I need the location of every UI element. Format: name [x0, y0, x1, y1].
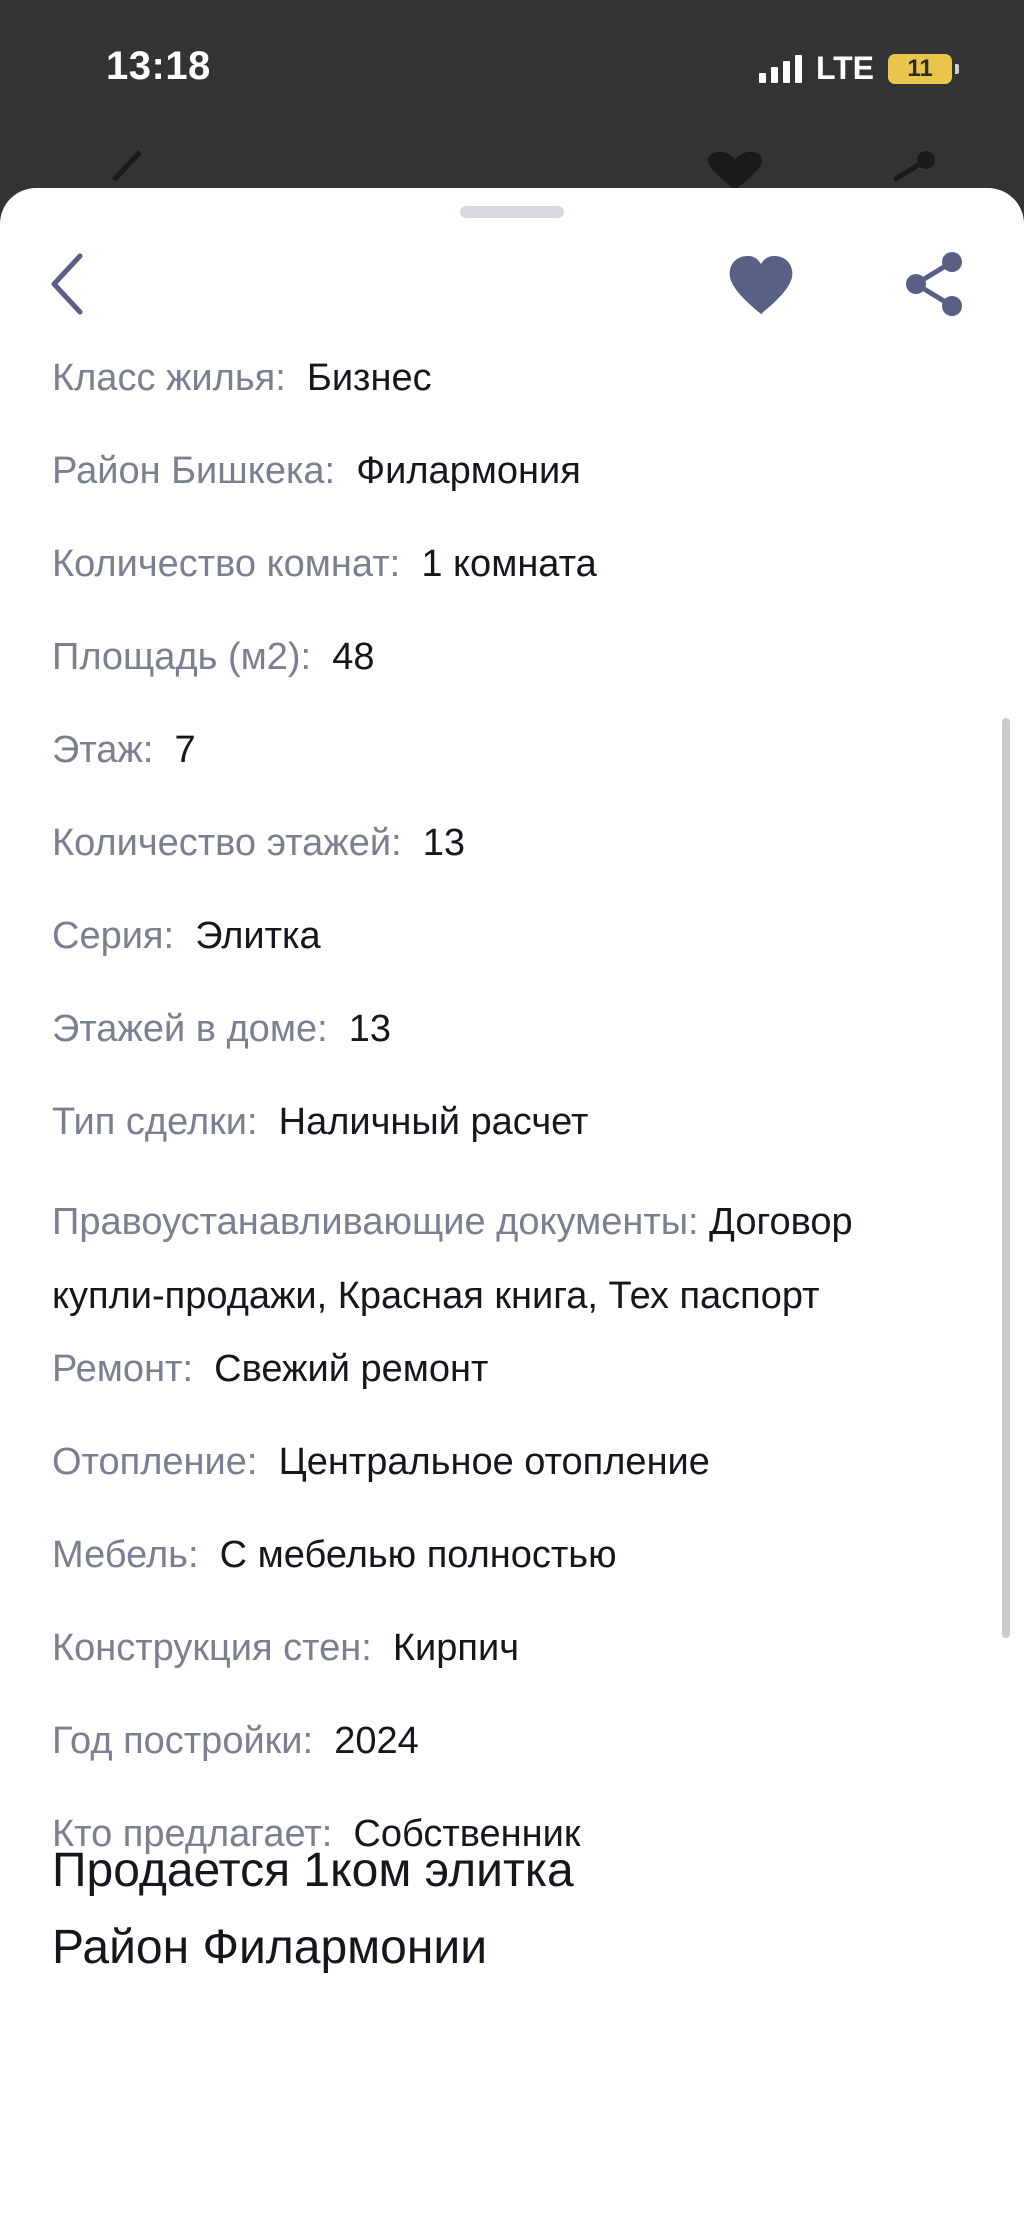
- property-details-list: Класс жилья: Бизнес Район Бишкека: Филар…: [52, 348, 972, 1897]
- detail-value: 13: [348, 1008, 392, 1050]
- detail-label: Количество комнат:: [52, 543, 401, 585]
- status-time: 13:18: [106, 44, 211, 88]
- back-button[interactable]: [44, 248, 92, 320]
- detail-value: 7: [174, 729, 196, 771]
- detail-row-floor-count: Количество этажей: 13: [52, 813, 972, 906]
- detail-row-housing-class: Класс жилья: Бизнес: [52, 348, 972, 441]
- detail-row-wall-construction: Конструкция стен: Кирпич: [52, 1618, 972, 1711]
- battery-icon: 11: [888, 53, 959, 84]
- chevron-left-icon: [51, 253, 83, 315]
- detail-label: Количество этажей:: [52, 822, 402, 864]
- detail-row-heating: Отопление: Центральное отопление: [52, 1432, 972, 1525]
- detail-value: 48: [332, 636, 375, 678]
- description-line: Район Филармонии: [52, 1921, 487, 1974]
- detail-label: Этажей в доме:: [52, 1008, 328, 1050]
- detail-value: Филармония: [356, 450, 581, 492]
- heart-icon: [729, 256, 793, 314]
- detail-label: Серия:: [52, 915, 175, 957]
- description-line: Продается 1ком элитка: [52, 1844, 574, 1897]
- detail-label: Конструкция стен:: [52, 1627, 372, 1669]
- signal-icon: [758, 54, 802, 83]
- detail-row-series: Серия: Элитка: [52, 906, 972, 999]
- detail-label: Тип сделки:: [52, 1101, 258, 1143]
- detail-label: Правоустанавливающие документы:: [52, 1201, 699, 1243]
- detail-row-renovation: Ремонт: Свежий ремонт: [52, 1339, 972, 1432]
- share-button[interactable]: [900, 248, 970, 320]
- detail-row-rooms: Количество комнат: 1 комната: [52, 534, 972, 627]
- detail-value: Кирпич: [392, 1627, 520, 1669]
- background-share-icon: [892, 151, 935, 183]
- detail-label: Класс жилья:: [52, 357, 286, 399]
- detail-row-building-floors: Этажей в доме: 13: [52, 999, 972, 1092]
- sheet-grabber[interactable]: [460, 206, 564, 218]
- detail-value: 1 комната: [421, 543, 597, 585]
- favorite-button[interactable]: [726, 254, 796, 316]
- detail-value: 2024: [334, 1720, 419, 1762]
- detail-label: Мебель:: [52, 1534, 199, 1576]
- status-bar: 13:18 LTE 11: [0, 0, 1024, 140]
- detail-label: Отопление:: [52, 1441, 258, 1483]
- network-type: LTE: [815, 50, 874, 86]
- detail-value: Центральное отопление: [278, 1441, 710, 1483]
- listing-description: Продается 1ком элитка Район Филармонии: [52, 1832, 952, 1986]
- detail-value: Бизнес: [306, 357, 432, 399]
- detail-row-area: Площадь (м2): 48: [52, 627, 972, 720]
- detail-row-furniture: Мебель: С мебелью полностью: [52, 1525, 972, 1618]
- detail-label: Год постройки:: [52, 1720, 314, 1762]
- detail-label: Этаж:: [52, 729, 154, 771]
- detail-label: Район Бишкека:: [52, 450, 336, 492]
- detail-label: Площадь (м2):: [52, 636, 312, 678]
- detail-row-year-built: Год постройки: 2024: [52, 1711, 972, 1804]
- background-back-icon: [112, 150, 142, 182]
- detail-row-floor: Этаж: 7: [52, 720, 972, 813]
- detail-row-deal-type: Тип сделки: Наличный расчет: [52, 1092, 972, 1185]
- share-icon: [906, 252, 962, 316]
- detail-value: Наличный расчет: [278, 1101, 589, 1143]
- scrollbar[interactable]: [1002, 718, 1010, 1638]
- detail-row-documents: Правоустанавливающие документы: Договор …: [52, 1185, 972, 1339]
- detail-row-district: Район Бишкека: Филармония: [52, 441, 972, 534]
- detail-value: 13: [422, 822, 466, 864]
- detail-value: С мебелью полностью: [219, 1534, 617, 1576]
- detail-label: Ремонт:: [52, 1348, 194, 1390]
- detail-value: Элитка: [195, 915, 321, 957]
- detail-value: Свежий ремонт: [214, 1348, 489, 1390]
- status-indicators: LTE 11: [758, 50, 959, 87]
- background-heart-icon: [707, 151, 763, 190]
